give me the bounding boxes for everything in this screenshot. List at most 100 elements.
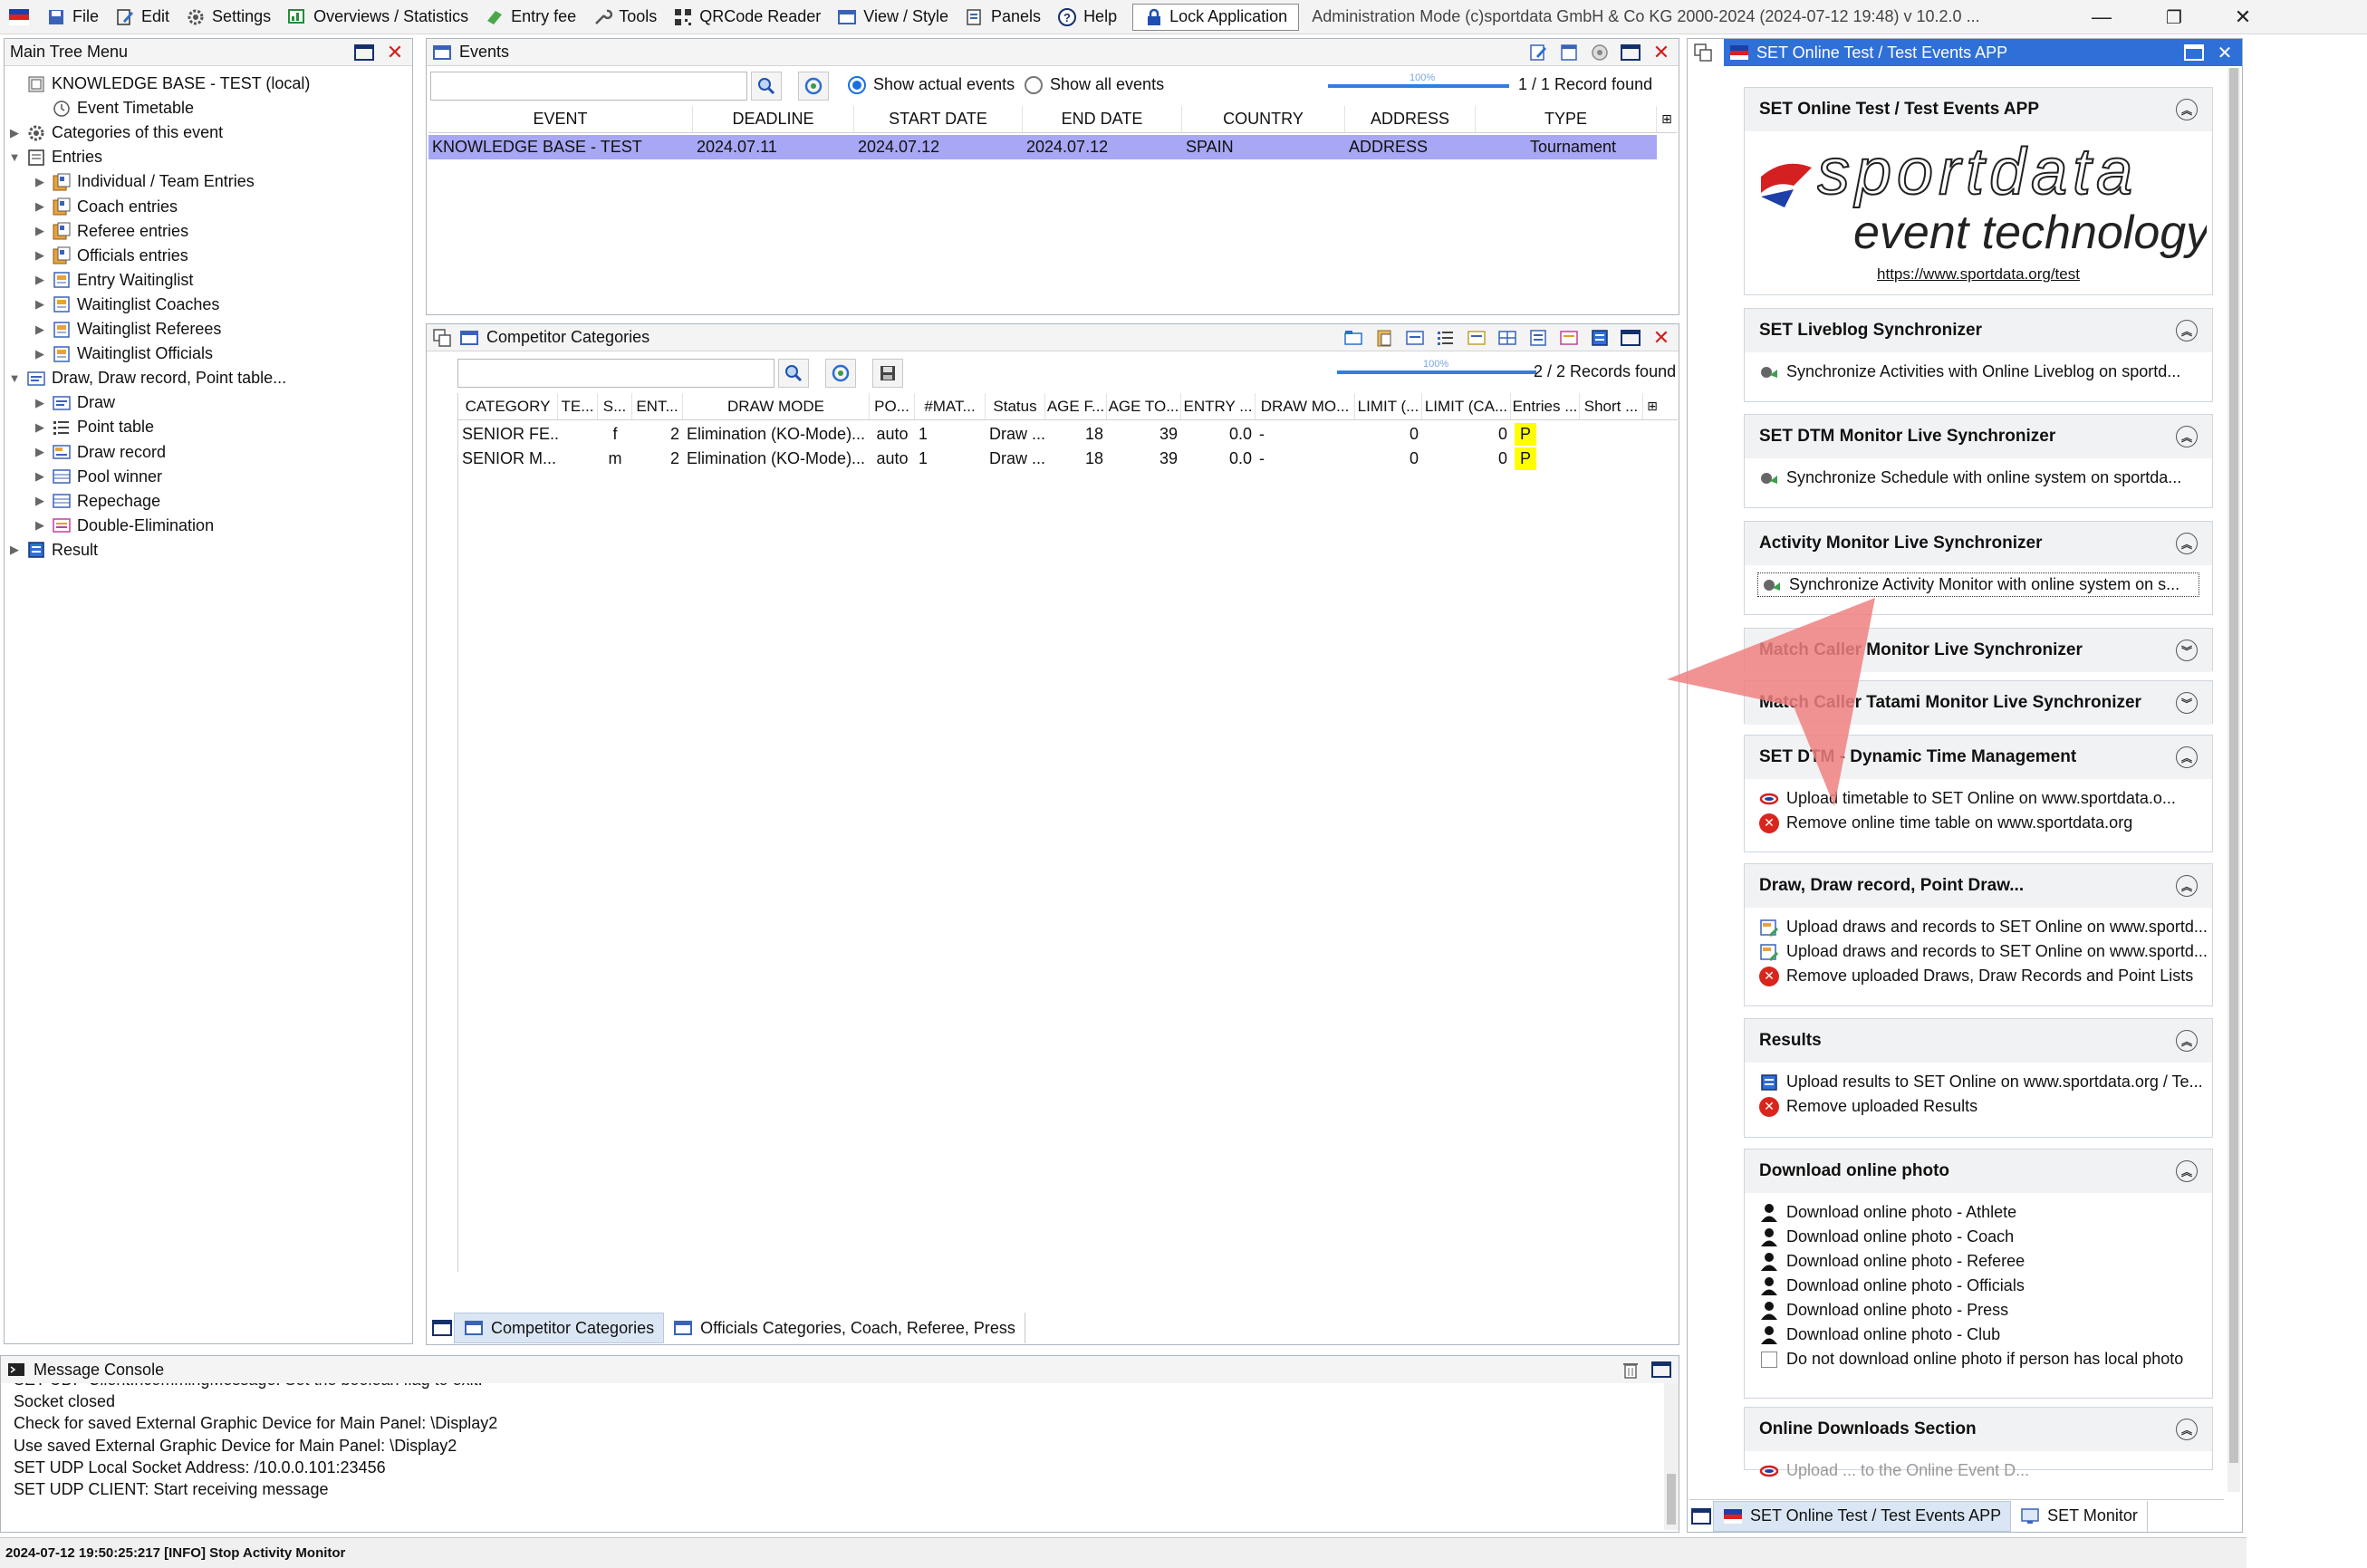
expand-chevron-icon[interactable]: ︾ bbox=[2176, 640, 2198, 661]
categories-column-header[interactable]: AGE F... bbox=[1045, 393, 1107, 419]
app-tabbar-maximize-button[interactable] bbox=[1689, 1505, 1713, 1528]
menu-help[interactable]: ? Help bbox=[1049, 0, 1125, 34]
collapse-chevron-icon[interactable]: ︽ bbox=[2176, 875, 2198, 897]
table-row[interactable]: SENIOR FE... f 2 Elimination (KO-Mode)... au… bbox=[458, 422, 1643, 447]
app-action-item[interactable]: Download online photo - Referee bbox=[1745, 1249, 2212, 1274]
app-action-item[interactable]: Synchronize Activities with Online Liveb… bbox=[1745, 360, 2212, 384]
tree-item[interactable]: ▶ Pool winner bbox=[34, 465, 162, 489]
tab-officials-categories[interactable]: Officials Categories, Coach, Referee, Pr… bbox=[664, 1313, 1025, 1343]
categories-column-header[interactable]: DRAW MODE bbox=[683, 393, 870, 419]
collapse-chevron-icon[interactable]: ︽ bbox=[2176, 99, 2198, 120]
tree-item[interactable]: ▼ Draw, Draw record, Point table... bbox=[8, 366, 287, 390]
categories-column-header[interactable]: DRAW MO... bbox=[1256, 393, 1355, 419]
app-action-item[interactable]: Synchronize Activity Monitor with online… bbox=[1757, 572, 2199, 597]
collapsed-caret-icon[interactable]: ▶ bbox=[34, 396, 46, 410]
collapsed-caret-icon[interactable]: ▶ bbox=[34, 420, 46, 435]
tree-item[interactable]: ▶ Officials entries bbox=[34, 244, 188, 268]
tree-item[interactable]: ▼ Entries bbox=[8, 145, 102, 169]
categories-tool-5[interactable] bbox=[1465, 326, 1488, 350]
collapsed-caret-icon[interactable]: ▶ bbox=[34, 224, 46, 238]
categories-column-header[interactable]: TE... bbox=[558, 393, 598, 419]
table-row[interactable]: SENIOR M... m 2 Elimination (KO-Mode)... aut… bbox=[458, 447, 1643, 471]
events-refresh-button[interactable] bbox=[1588, 41, 1612, 64]
menu-settings[interactable]: Settings bbox=[178, 0, 279, 34]
expanded-caret-icon[interactable]: ▼ bbox=[8, 371, 21, 385]
maximize-app-button[interactable] bbox=[2182, 41, 2206, 64]
events-column-header[interactable]: EVENT bbox=[428, 106, 693, 132]
app-flag-icon[interactable] bbox=[0, 0, 38, 34]
maximize-categories-button[interactable] bbox=[1619, 326, 1642, 350]
table-row[interactable]: KNOWLEDGE BASE - TEST 2024.07.11 2024.07.1… bbox=[428, 135, 1657, 159]
tree-item[interactable]: ▶ Entry Waitinglist bbox=[34, 268, 193, 293]
collapsed-caret-icon[interactable]: ▶ bbox=[34, 199, 46, 214]
categories-column-header[interactable]: Entries ... bbox=[1511, 393, 1580, 419]
collapsed-caret-icon[interactable]: ▶ bbox=[34, 322, 46, 337]
categories-column-header[interactable]: PO... bbox=[870, 393, 915, 419]
menu-tools[interactable]: Tools bbox=[584, 0, 665, 34]
categories-tool-3[interactable] bbox=[1403, 326, 1427, 350]
app-scrollbar[interactable] bbox=[2227, 68, 2240, 1492]
app-action-item[interactable]: Download online photo - Press bbox=[1745, 1298, 2212, 1323]
tree-item[interactable]: ▶ Referee entries bbox=[34, 219, 188, 244]
collapsed-caret-icon[interactable]: ▶ bbox=[34, 347, 46, 361]
tree-item[interactable]: ▶ Draw bbox=[34, 390, 115, 415]
app-section-header[interactable]: Match Caller Monitor Live Synchronizer ︾ bbox=[1745, 629, 2212, 672]
menu-qrcode-reader[interactable]: QRCode Reader bbox=[665, 0, 829, 34]
tree-item[interactable]: Event Timetable bbox=[34, 96, 194, 120]
categories-column-header[interactable]: CATEGORY bbox=[458, 393, 558, 419]
tree-item[interactable]: ▶ Waitinglist Coaches bbox=[34, 293, 219, 317]
menu-overviews-statistics[interactable]: Overviews / Statistics bbox=[279, 0, 476, 34]
app-action-item[interactable]: Upload draws and records to SET Online o… bbox=[1745, 939, 2212, 964]
tab-set-online-test[interactable]: SET Online Test / Test Events APP bbox=[1713, 1500, 2012, 1532]
app-section-header[interactable]: Activity Monitor Live Synchronizer ︽ bbox=[1745, 522, 2212, 565]
categories-search-button[interactable] bbox=[778, 359, 809, 388]
console-scrollbar-thumb[interactable] bbox=[1667, 1474, 1676, 1525]
collapsed-caret-icon[interactable]: ▶ bbox=[8, 126, 21, 140]
app-section-header[interactable]: Draw, Draw record, Point Draw... ︽ bbox=[1745, 864, 2212, 908]
collapse-chevron-icon[interactable]: ︽ bbox=[2176, 746, 2198, 768]
categories-column-header[interactable]: ENT... bbox=[632, 393, 683, 419]
collapsed-caret-icon[interactable]: ▶ bbox=[34, 248, 46, 263]
categories-search-input[interactable] bbox=[457, 359, 775, 388]
events-column-header[interactable]: START DATE bbox=[854, 106, 1023, 132]
events-sync-button[interactable] bbox=[798, 72, 829, 101]
maximize-events-button[interactable] bbox=[1619, 41, 1642, 64]
app-action-item[interactable]: ✕ Remove uploaded Results bbox=[1745, 1094, 2212, 1119]
categories-column-header[interactable]: ENTRY ... bbox=[1181, 393, 1256, 419]
restore-button[interactable]: ❐ bbox=[2156, 0, 2192, 34]
tree-item[interactable]: KNOWLEDGE BASE - TEST (local) bbox=[8, 72, 310, 96]
categories-column-header[interactable]: LIMIT (CA... bbox=[1422, 393, 1511, 419]
categories-column-header[interactable]: LIMIT (... bbox=[1355, 393, 1422, 419]
app-action-item[interactable]: ✕ Remove uploaded Draws, Draw Records and… bbox=[1745, 964, 2212, 988]
collapse-chevron-icon[interactable]: ︽ bbox=[2176, 1419, 2198, 1440]
tab-set-monitor[interactable]: SET Monitor bbox=[2011, 1500, 2148, 1532]
categories-sync-button[interactable] bbox=[825, 359, 856, 388]
tree-item[interactable]: ▶ Categories of this event bbox=[8, 120, 223, 145]
minimize-button[interactable]: — bbox=[2083, 0, 2120, 34]
events-edit-button[interactable] bbox=[1526, 41, 1550, 64]
categories-column-header[interactable]: #MAT... bbox=[915, 393, 986, 419]
events-column-header[interactable]: DEADLINE bbox=[693, 106, 854, 132]
tree-item[interactable]: ▶ Point table bbox=[34, 415, 154, 439]
categories-column-header[interactable]: S... bbox=[598, 393, 632, 419]
collapsed-caret-icon[interactable]: ▶ bbox=[8, 543, 21, 557]
categories-column-header[interactable]: AGE TO... bbox=[1107, 393, 1181, 419]
tab-competitor-categories[interactable]: Competitor Categories bbox=[454, 1313, 665, 1343]
events-search-input[interactable] bbox=[430, 72, 747, 101]
collapse-chevron-icon[interactable]: ︽ bbox=[2176, 1030, 2198, 1052]
clear-console-button[interactable] bbox=[1619, 1358, 1642, 1381]
lock-application-button[interactable]: Lock Application bbox=[1132, 3, 1300, 31]
radio-show-actual[interactable]: Show actual events bbox=[848, 75, 1015, 94]
collapsed-caret-icon[interactable]: ▶ bbox=[34, 445, 46, 459]
app-action-item[interactable]: Download online photo - Club bbox=[1745, 1323, 2212, 1347]
app-section-header[interactable]: SET DTM - Dynamic Time Management ︽ bbox=[1745, 736, 2212, 779]
events-new-button[interactable] bbox=[1557, 41, 1581, 64]
app-action-item[interactable]: Upload results to SET Online on www.spor… bbox=[1745, 1070, 2212, 1094]
column-config-icon[interactable]: ⊞ bbox=[1643, 393, 1661, 419]
menu-file[interactable]: File bbox=[38, 0, 107, 34]
categories-tool-2[interactable] bbox=[1372, 326, 1396, 350]
maximize-tree-button[interactable] bbox=[352, 41, 376, 64]
collapse-chevron-icon[interactable]: ︽ bbox=[2176, 320, 2198, 341]
tree-item[interactable]: ▶ Coach entries bbox=[34, 195, 178, 219]
close-tree-button[interactable]: ✕ bbox=[383, 41, 407, 64]
